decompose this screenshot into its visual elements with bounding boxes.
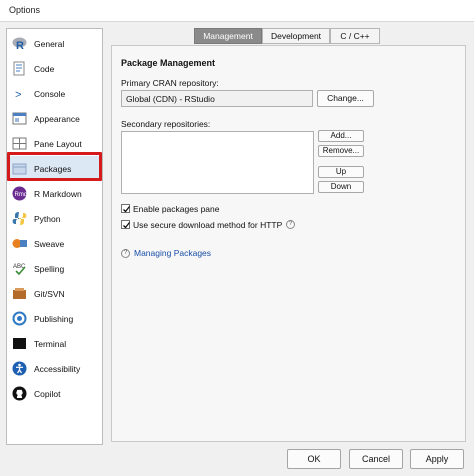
sidebar-item-sweave[interactable]: Sweave <box>7 231 102 256</box>
github-icon <box>12 386 27 401</box>
sidebar-item-label: Python <box>34 214 61 224</box>
svg-text:Rmd: Rmd <box>15 192 28 198</box>
sidebar-item-general[interactable]: R General <box>7 31 102 56</box>
sidebar-item-terminal[interactable]: Terminal <box>7 331 102 356</box>
selection-highlight <box>7 152 102 181</box>
managing-packages-link[interactable]: Managing Packages <box>134 248 211 258</box>
sidebar-item-label: Appearance <box>34 114 80 124</box>
spelling-icon: ABC <box>12 261 27 276</box>
sidebar-item-spelling[interactable]: ABC Spelling <box>7 256 102 281</box>
apply-button[interactable]: Apply <box>410 449 464 469</box>
code-icon <box>12 61 27 76</box>
enable-pane-label: Enable packages pane <box>133 204 220 214</box>
window-title: Options <box>9 5 41 15</box>
secure-download-label: Use secure download method for HTTP <box>133 220 283 230</box>
svg-text:>: > <box>15 90 22 101</box>
sidebar-item-label: Code <box>34 64 55 74</box>
help-icon: ? <box>121 249 130 258</box>
pane-layout-icon <box>12 136 27 151</box>
sweave-icon <box>12 236 27 251</box>
tab-c-cpp[interactable]: C / C++ <box>330 28 380 44</box>
sidebar-item-copilot[interactable]: Copilot <box>7 381 102 406</box>
up-button[interactable]: Up <box>318 166 364 178</box>
tab-development[interactable]: Development <box>262 28 330 44</box>
primary-repo-label: Primary CRAN repository: <box>121 78 219 88</box>
sidebar-item-label: Publishing <box>34 314 74 324</box>
sidebar-item-label: Pane Layout <box>34 139 82 149</box>
sidebar-item-appearance[interactable]: Appearance <box>7 106 102 131</box>
secondary-repo-label: Secondary repositories: <box>121 119 211 129</box>
remove-button[interactable]: Remove... <box>318 145 364 157</box>
sidebar-item-label: Git/SVN <box>34 289 65 299</box>
sidebar-item-label: R Markdown <box>34 189 82 199</box>
svg-text:R: R <box>16 40 24 51</box>
sidebar-item-python[interactable]: Python <box>7 206 102 231</box>
publishing-icon <box>12 311 27 326</box>
cancel-button[interactable]: Cancel <box>349 449 403 469</box>
add-button[interactable]: Add... <box>318 130 364 142</box>
ok-button[interactable]: OK <box>287 449 341 469</box>
sidebar-item-publishing[interactable]: Publishing <box>7 306 102 331</box>
down-button[interactable]: Down <box>318 181 364 193</box>
sidebar-item-label: Spelling <box>34 264 65 274</box>
sidebar-item-label: Sweave <box>34 239 65 249</box>
secure-download-checkbox[interactable] <box>121 220 131 229</box>
enable-pane-checkbox[interactable] <box>121 204 131 213</box>
git-icon <box>12 286 27 301</box>
accessibility-icon <box>12 361 27 376</box>
r-logo-icon: R <box>12 36 27 52</box>
tab-management[interactable]: Management <box>194 28 262 44</box>
sidebar-item-code[interactable]: Code <box>7 56 102 81</box>
primary-repo-field[interactable]: Global (CDN) - RStudio <box>121 90 313 107</box>
appearance-icon <box>12 111 27 126</box>
sidebar-item-label: Copilot <box>34 389 61 399</box>
title-bar: Options <box>0 0 474 22</box>
secondary-repo-list[interactable] <box>121 131 314 194</box>
sidebar: R General Code > Console Appearance Pane… <box>6 28 103 445</box>
rmarkdown-icon: Rmd <box>12 186 27 201</box>
change-button[interactable]: Change... <box>317 90 374 107</box>
options-dialog: R General Code > Console Appearance Pane… <box>0 22 474 476</box>
sidebar-item-label: Accessibility <box>34 364 81 374</box>
sidebar-item-label: Terminal <box>34 339 67 349</box>
sidebar-item-accessibility[interactable]: Accessibility <box>7 356 102 381</box>
console-icon: > <box>12 86 27 102</box>
management-panel: Package Management Primary CRAN reposito… <box>111 45 466 442</box>
section-heading: Package Management <box>121 58 216 68</box>
sidebar-item-r-markdown[interactable]: Rmd R Markdown <box>7 181 102 206</box>
sidebar-item-label: General <box>34 39 65 49</box>
terminal-icon <box>12 336 27 351</box>
python-icon <box>12 211 27 226</box>
sidebar-item-label: Console <box>34 89 66 99</box>
sidebar-item-console[interactable]: > Console <box>7 81 102 106</box>
secure-download-help-icon[interactable]: ? <box>286 220 295 229</box>
sidebar-item-git-svn[interactable]: Git/SVN <box>7 281 102 306</box>
